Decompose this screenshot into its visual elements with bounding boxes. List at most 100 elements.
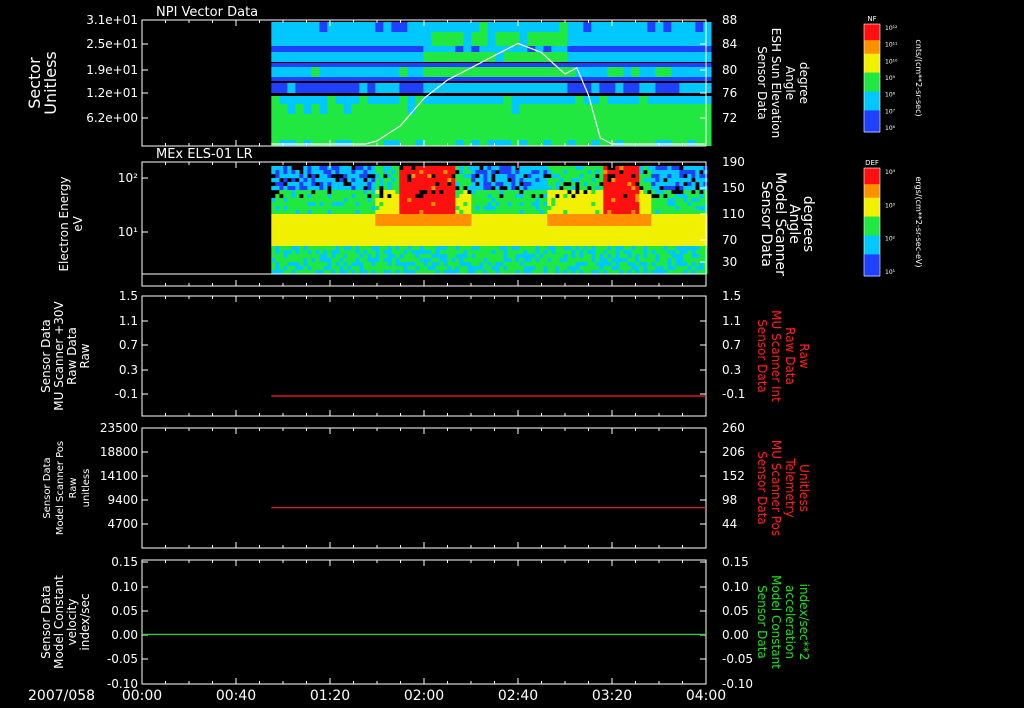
spectrogram-cell xyxy=(387,246,392,251)
heatmap-cell xyxy=(383,124,392,132)
spectrogram-cell xyxy=(403,258,408,263)
heatmap-cell xyxy=(623,46,632,52)
spectrogram-cell xyxy=(407,182,412,187)
spectrogram-cell xyxy=(655,206,660,211)
heatmap-cell xyxy=(615,140,624,146)
heatmap-cell xyxy=(567,63,576,67)
spectrogram-cell xyxy=(375,186,380,191)
heatmap-cell xyxy=(431,22,440,32)
right-axis-label: Telemetry xyxy=(783,457,797,517)
heatmap-cell xyxy=(511,67,520,77)
spectrogram-cell xyxy=(551,166,556,171)
spectrogram-cell xyxy=(531,178,536,183)
spectrogram-cell xyxy=(571,250,576,255)
spectrogram-cell xyxy=(363,226,368,231)
spectrogram-cell xyxy=(647,226,652,231)
heatmap-cell xyxy=(295,52,304,62)
spectrogram-cell xyxy=(367,266,372,271)
spectrogram-cell xyxy=(499,218,504,223)
spectrogram-cell xyxy=(451,266,456,271)
heatmap-cell xyxy=(511,83,520,93)
spectrogram-cell xyxy=(331,190,336,195)
spectrogram-cell xyxy=(651,174,656,179)
spectrogram-cell xyxy=(407,226,412,231)
spectrogram-cell xyxy=(323,226,328,231)
spectrogram-cell xyxy=(451,182,456,187)
spectrogram-cell xyxy=(359,234,364,239)
spectrogram-cell xyxy=(539,174,544,179)
right-y-tick-label: 152 xyxy=(722,469,745,483)
colorbar-tick: 10¹² xyxy=(885,25,898,32)
spectrogram-cell xyxy=(575,226,580,231)
spectrogram-cell xyxy=(667,190,672,195)
spectrogram-cell xyxy=(703,266,708,271)
spectrogram-cell xyxy=(523,178,528,183)
spectrogram-cell xyxy=(543,182,548,187)
spectrogram-cell xyxy=(627,250,632,255)
spectrogram-cell xyxy=(343,202,348,207)
heatmap-cell xyxy=(287,22,296,32)
right-axis-label: degree xyxy=(797,62,811,104)
spectrogram-cell xyxy=(575,166,580,171)
spectrogram-cell xyxy=(543,266,548,271)
heatmap-cell xyxy=(431,114,440,124)
spectrogram-cell xyxy=(331,206,336,211)
spectrogram-cell xyxy=(615,178,620,183)
spectrogram-cell xyxy=(579,238,584,243)
heatmap-cell xyxy=(703,22,712,32)
spectrogram-cell xyxy=(451,210,456,215)
spectrogram-cell xyxy=(603,166,608,171)
spectrogram-cell xyxy=(283,242,288,247)
spectrogram-cell xyxy=(367,222,372,227)
spectrogram-cell xyxy=(687,238,692,243)
spectrogram-cell xyxy=(447,266,452,271)
heatmap-cell xyxy=(335,114,344,124)
heatmap-cell xyxy=(479,114,488,124)
heatmap-cell xyxy=(287,63,296,67)
spectrogram-cell xyxy=(643,246,648,251)
spectrogram-cell xyxy=(459,174,464,179)
heatmap-cell xyxy=(471,46,480,52)
heatmap-cell xyxy=(295,67,304,77)
spectrogram-cell xyxy=(551,250,556,255)
spectrogram-cell xyxy=(399,178,404,183)
heatmap-cell xyxy=(655,96,664,104)
spectrogram-cell xyxy=(595,242,600,247)
spectrogram-cell xyxy=(583,166,588,171)
heatmap-cell xyxy=(359,52,368,62)
heatmap-cell xyxy=(551,32,560,46)
right-y-tick-label: 1.1 xyxy=(722,314,741,328)
spectrogram-cell xyxy=(279,234,284,239)
spectrogram-cell xyxy=(671,170,676,175)
spectrogram-cell xyxy=(499,190,504,195)
heatmap-cell xyxy=(559,104,568,114)
spectrogram-cell xyxy=(607,238,612,243)
spectrogram-cell xyxy=(351,186,356,191)
heatmap-cell xyxy=(391,63,400,67)
spectrogram-cell xyxy=(627,170,632,175)
spectrogram-cell xyxy=(287,254,292,259)
heatmap-cell xyxy=(543,32,552,46)
spectrogram-cell xyxy=(627,230,632,235)
spectrogram-cell xyxy=(303,242,308,247)
spectrogram-cell xyxy=(455,190,460,195)
heatmap-cell xyxy=(615,96,624,104)
spectrogram-cell xyxy=(351,194,356,199)
spectrogram-cell xyxy=(691,242,696,247)
heatmap-cell xyxy=(455,104,464,114)
spectrogram-cell xyxy=(595,170,600,175)
heatmap-cell xyxy=(423,63,432,67)
spectrogram-cell xyxy=(607,194,612,199)
spectrogram-cell xyxy=(623,210,628,215)
spectrogram-cell xyxy=(535,190,540,195)
spectrogram-cell xyxy=(495,266,500,271)
y-tick-label: 0.3 xyxy=(119,363,138,377)
spectrogram-cell xyxy=(427,262,432,267)
spectrogram-cell xyxy=(375,194,380,199)
spectrogram-cell xyxy=(619,166,624,171)
spectrogram-cell xyxy=(447,226,452,231)
spectrogram-cell xyxy=(527,170,532,175)
spectrogram-cell xyxy=(319,238,324,243)
spectrogram-cell xyxy=(647,174,652,179)
spectrogram-cell xyxy=(563,262,568,267)
